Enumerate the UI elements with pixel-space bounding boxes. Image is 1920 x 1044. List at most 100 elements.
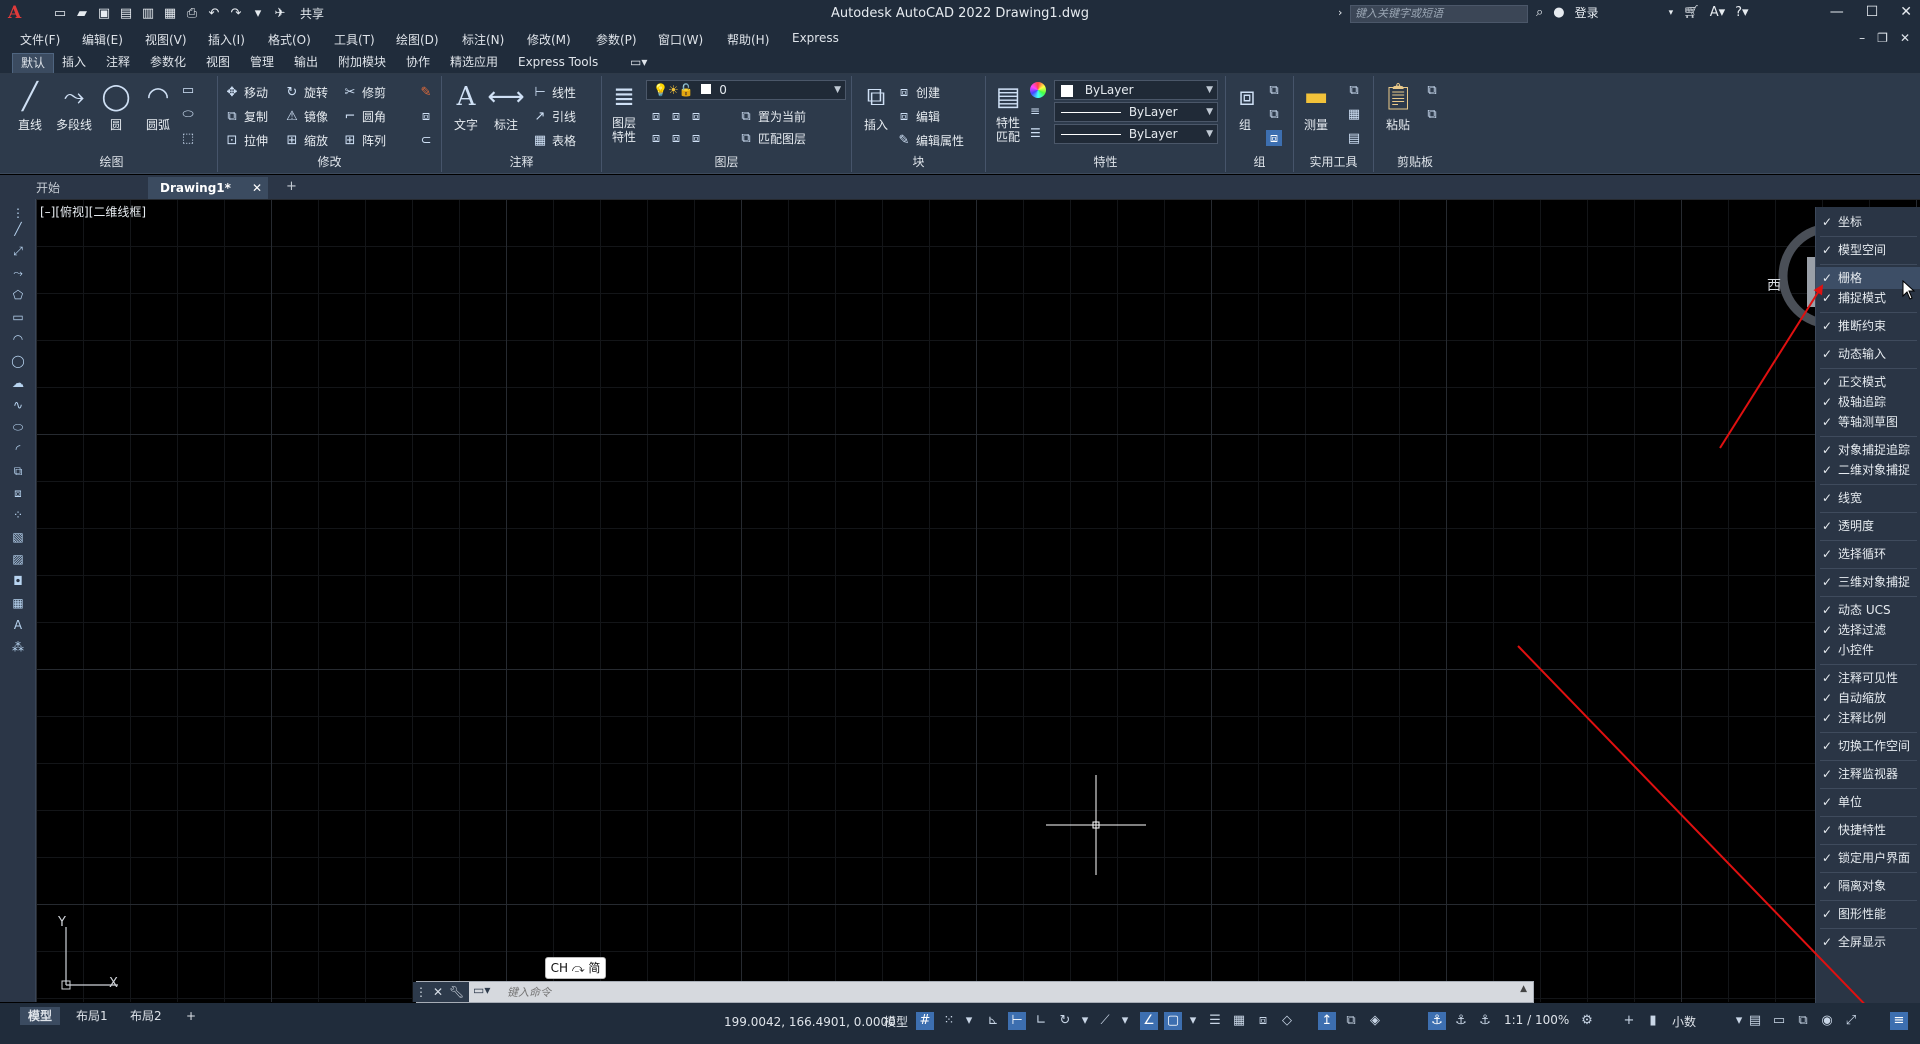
object-snap-icon[interactable]: ▢ [1164, 1012, 1182, 1030]
gizmo-icon[interactable]: ◈ [1366, 1012, 1384, 1030]
transparency-icon[interactable]: ▦ [1230, 1012, 1248, 1030]
tab-featured-apps[interactable]: 精选应用 [442, 53, 506, 73]
fillet-button[interactable]: ⌐ 圆角 [342, 108, 386, 125]
panel-annotation-title[interactable]: 注释 [442, 153, 601, 170]
layer-tools-row1[interactable]: ⧈ ⧈ ⧈ [648, 108, 704, 124]
status-menu-item[interactable]: ✓ 自动缩放 [1816, 687, 1920, 709]
menu-window[interactable]: 窗口(W) [658, 31, 703, 48]
trim-button[interactable]: ✂ 修剪 [342, 84, 386, 101]
tb-line-icon[interactable]: ╱ [10, 221, 26, 237]
hatch-button[interactable]: ⬭ [180, 106, 196, 122]
menu-draw[interactable]: 绘图(D) [396, 31, 439, 48]
help-icon[interactable]: ?▾ [1735, 5, 1748, 20]
drawing-canvas[interactable]: [–][俯视][二维线框] Y X 西 [36, 199, 1920, 1002]
id-point-button[interactable]: ▤ [1346, 130, 1362, 146]
dynamic-input-icon[interactable]: ⊢ [1008, 1012, 1026, 1030]
command-close-icon[interactable]: ✕ [433, 985, 443, 999]
quick-properties-icon[interactable]: ▤ [1746, 1012, 1764, 1030]
ime-indicator[interactable]: CH ⤼ 简 [545, 957, 606, 979]
selection-filter-icon[interactable]: ⧉ [1342, 1012, 1360, 1030]
set-current-button[interactable]: ⧉ 置为当前 [738, 108, 806, 125]
redo-icon[interactable]: ↷ [228, 6, 244, 22]
status-menu-item[interactable]: ✓ 小控件 [1816, 639, 1920, 661]
polyline-button[interactable]: ⤳ 多段线 [50, 80, 98, 133]
menu-tools[interactable]: 工具(T) [334, 31, 375, 48]
arc-button[interactable]: ◠ 圆弧 [136, 80, 180, 133]
ribbon-minimize-icon[interactable]: ▭▾ [622, 53, 655, 73]
minimize-icon[interactable]: — [1830, 4, 1844, 20]
tb-hatch-icon[interactable]: ▧ [10, 529, 26, 545]
move-button[interactable]: ✥ 移动 [224, 84, 268, 101]
command-expand-icon[interactable]: ▲ [1520, 984, 1527, 994]
lineweight-toggle-icon[interactable]: ☰ [1206, 1012, 1224, 1030]
command-history-icon[interactable]: ▭▾ [473, 983, 490, 997]
login-button[interactable]: 登录 [1575, 4, 1599, 21]
tb-add-selected-icon[interactable]: ⁂ [10, 639, 26, 655]
status-menu-item[interactable]: ✓ 图形性能 [1816, 903, 1920, 925]
search-input[interactable]: 键入关键字或短语 [1350, 5, 1528, 23]
viewport-controls-label[interactable]: [–][俯视][二维线框] [40, 203, 146, 220]
panel-layers-title[interactable]: 图层 [602, 153, 851, 170]
layer-properties-button[interactable]: ≣ 图层 特性 [604, 80, 644, 144]
tb-table-icon[interactable]: ▦ [10, 595, 26, 611]
close-icon[interactable]: ✕ [1900, 4, 1912, 20]
offset-button[interactable]: ⊂ [418, 132, 434, 148]
tb-ellipse-icon[interactable]: ⬭ [10, 419, 26, 435]
file-tab-start[interactable]: 开始 [24, 177, 144, 199]
iso-dropdown-icon[interactable]: ▾ [1116, 1012, 1134, 1030]
share-button[interactable]: 共享 [300, 5, 324, 22]
tb-point-icon[interactable]: ⁘ [10, 507, 26, 523]
save-icon[interactable]: ▣ [96, 6, 112, 22]
open-web-icon[interactable]: ▥ [140, 6, 156, 22]
tab-insert[interactable]: 插入 [54, 53, 94, 73]
doc-minimize-icon[interactable]: – [1859, 31, 1865, 45]
command-customize-icon[interactable]: 🔧︎ [449, 985, 464, 999]
tab-home[interactable]: 默认 [12, 53, 55, 73]
polar-dropdown-icon[interactable]: ▾ [1076, 1012, 1094, 1030]
measure-button[interactable]: ▬ 测量 [1298, 80, 1334, 133]
open-icon[interactable]: ▰ [74, 6, 90, 22]
tab-express-tools[interactable]: Express Tools [510, 53, 606, 73]
quick-select-button[interactable]: ⧉ [1346, 82, 1362, 98]
layout-tab-layout2[interactable]: 布局2 [122, 1007, 170, 1025]
status-menu-item[interactable]: ✓ 锁定用户界面 [1816, 847, 1920, 869]
edit-attributes-button[interactable]: ✎ 编辑属性 [896, 132, 964, 149]
status-menu-item[interactable]: ✓ 正交模式 [1816, 371, 1920, 393]
tb-make-block-icon[interactable]: ⧈ [10, 485, 26, 501]
dimension-button[interactable]: ⟷ 标注 [487, 80, 524, 133]
workspace-gear-icon[interactable]: ⚙ [1578, 1012, 1596, 1030]
boundary-button[interactable]: ⬚ [180, 130, 196, 146]
panel-utilities-title[interactable]: 实用工具 [1294, 153, 1373, 170]
panel-modify-title[interactable]: 修改 [218, 153, 441, 170]
infer-constraints-icon[interactable]: ⊾ [984, 1012, 1002, 1030]
tab-parametric[interactable]: 参数化 [142, 53, 194, 73]
mirror-button[interactable]: ⚠ 镜像 [284, 108, 328, 125]
polar-tracking-icon[interactable]: ↻ [1056, 1012, 1074, 1030]
stretch-button[interactable]: ⊡ 拉伸 [224, 132, 268, 149]
status-menu-item[interactable]: ✓ 动态 UCS [1816, 599, 1920, 621]
rectangle-button[interactable]: ▭ [180, 82, 196, 98]
rotate-button[interactable]: ↻ 旋转 [284, 84, 328, 101]
panel-groups-title[interactable]: 组 [1226, 153, 1293, 170]
status-menu-item[interactable]: ✓ 切换工作空间 [1816, 735, 1920, 757]
isolate-objects-icon[interactable]: ⧉ [1794, 1012, 1812, 1030]
color-dropdown[interactable]: ByLayer ▼ [1054, 80, 1218, 100]
status-menu-item[interactable]: ✓ 透明度 [1816, 515, 1920, 537]
tab-view[interactable]: 视图 [198, 53, 238, 73]
tab-collaborate[interactable]: 协作 [398, 53, 438, 73]
menu-view[interactable]: 视图(V) [145, 31, 187, 48]
doc-close-icon[interactable]: ✕ [1900, 31, 1910, 45]
menu-format[interactable]: 格式(O) [268, 31, 311, 48]
paste-button[interactable]: 📋︎ 粘贴 [1380, 80, 1416, 133]
command-input[interactable] [507, 984, 1407, 1000]
status-menu-item[interactable]: ✓ 注释监视器 [1816, 763, 1920, 785]
status-menu-item[interactable]: ✓ 模型空间 [1816, 239, 1920, 261]
layer-dropdown[interactable]: 💡☀🔓 0 ▼ [646, 80, 846, 100]
menu-parametric[interactable]: 参数(P) [596, 31, 637, 48]
layer-tools-row2[interactable]: ⧈ ⧈ ⧈ [648, 130, 704, 146]
status-menu-item[interactable]: ✓ 快捷特性 [1816, 819, 1920, 841]
selection-cycling-icon[interactable]: ⧈ [1254, 1012, 1272, 1030]
annotation-scale-icon[interactable]: ⚓ [1476, 1012, 1494, 1030]
status-menu-item[interactable]: ✓ 动态输入 [1816, 343, 1920, 365]
match-properties-button[interactable]: ▤ 特性 匹配 [988, 80, 1028, 144]
